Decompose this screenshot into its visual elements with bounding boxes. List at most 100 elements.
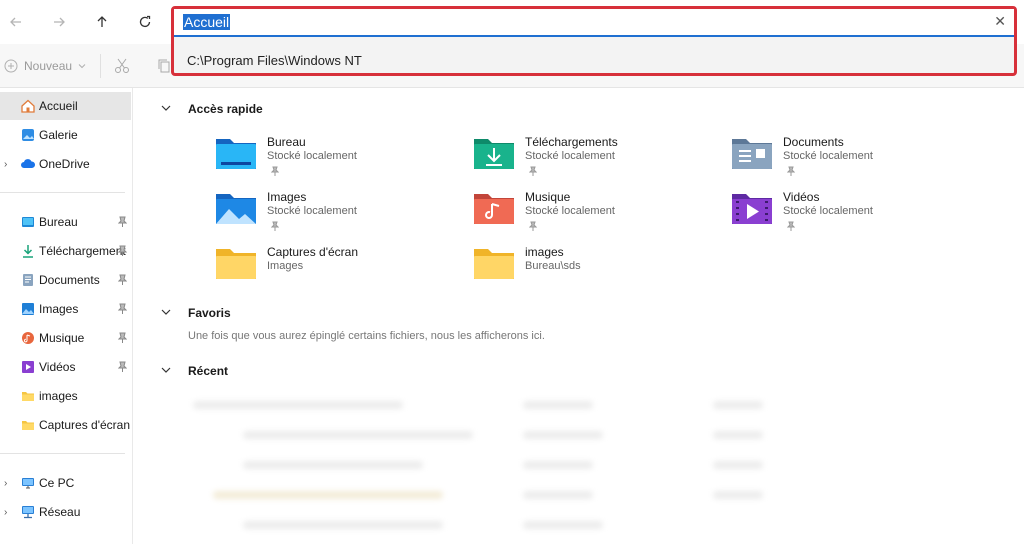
sidebar-item-captures[interactable]: Captures d'écran bbox=[0, 411, 131, 439]
quick-access-tile-documents[interactable]: Documents Stocké localement bbox=[731, 135, 961, 183]
sidebar-item-documents[interactable]: Documents bbox=[0, 266, 131, 294]
toolbar-divider bbox=[100, 54, 101, 78]
tile-subtitle: Images bbox=[267, 260, 304, 272]
section-header-quick-access[interactable]: Accès rapide bbox=[161, 102, 263, 116]
blurred-row bbox=[713, 491, 763, 499]
section-title: Récent bbox=[188, 364, 229, 378]
sidebar-item-galerie[interactable]: Galerie bbox=[0, 121, 131, 149]
sidebar-item-label: Ce PC bbox=[39, 476, 75, 490]
quick-access-tile-musique[interactable]: Musique Stocké localement bbox=[473, 190, 703, 238]
quick-access-tile-telechargements[interactable]: Téléchargements Stocké localement bbox=[473, 135, 703, 183]
desktop-folder-icon bbox=[216, 139, 256, 169]
refresh-icon bbox=[139, 15, 151, 28]
chevron-right-icon[interactable]: › bbox=[4, 159, 7, 170]
cloud-icon bbox=[21, 159, 35, 168]
sidebar-item-videos[interactable]: Vidéos bbox=[0, 353, 131, 381]
back-button[interactable] bbox=[2, 8, 30, 36]
quick-access-tile-images[interactable]: Images Stocké localement bbox=[215, 190, 445, 238]
favorites-empty-hint: Une fois que vous aurez épinglé certains… bbox=[188, 330, 545, 342]
blurred-row bbox=[713, 461, 763, 469]
arrow-left-icon bbox=[10, 17, 21, 27]
section-header-recent[interactable]: Récent bbox=[161, 364, 228, 378]
sidebar-item-label: Images bbox=[39, 302, 79, 316]
pin-icon bbox=[271, 221, 279, 231]
sidebar-item-label: Accueil bbox=[39, 99, 78, 113]
sidebar-item-onedrive[interactable]: › OneDrive bbox=[0, 150, 131, 178]
cut-button[interactable] bbox=[114, 58, 130, 79]
network-icon bbox=[22, 506, 34, 519]
tile-subtitle: Stocké localement bbox=[525, 205, 615, 217]
music-folder-icon bbox=[474, 194, 514, 224]
tile-name: Téléchargements bbox=[525, 135, 618, 149]
sidebar-item-accueil[interactable]: Accueil bbox=[0, 92, 131, 120]
video-icon bbox=[22, 361, 34, 373]
pin-icon[interactable] bbox=[118, 274, 127, 285]
sidebar-item-musique[interactable]: Musique bbox=[0, 324, 131, 352]
pin-icon[interactable] bbox=[118, 303, 127, 314]
chevron-down-icon[interactable] bbox=[161, 103, 175, 115]
download-icon bbox=[23, 245, 33, 258]
address-bar-popup: Accueil ✕ C:\Program Files\Windows NT bbox=[171, 6, 1017, 76]
folder-icon bbox=[22, 421, 34, 430]
chevron-down-icon[interactable] bbox=[161, 365, 175, 377]
home-content: Accès rapide Bureau Stocké localement Té… bbox=[133, 88, 1024, 544]
document-icon bbox=[23, 274, 33, 286]
quick-access-tile-videos[interactable]: Vidéos Stocké localement bbox=[731, 190, 961, 238]
quick-access-tile-captures[interactable]: Captures d'écran Images bbox=[215, 245, 445, 293]
folder-icon bbox=[216, 249, 256, 279]
tile-name: Documents bbox=[783, 135, 844, 149]
tile-name: Vidéos bbox=[783, 190, 820, 204]
pin-icon[interactable] bbox=[118, 361, 127, 372]
sidebar-item-label: Musique bbox=[39, 331, 85, 345]
pin-icon bbox=[271, 166, 279, 176]
blurred-row bbox=[243, 521, 443, 529]
blurred-row bbox=[523, 401, 593, 409]
address-suggestion[interactable]: C:\Program Files\Windows NT bbox=[187, 53, 362, 68]
clear-icon[interactable]: ✕ bbox=[994, 13, 1006, 30]
section-title: Accès rapide bbox=[188, 102, 263, 116]
sidebar-item-bureau[interactable]: Bureau bbox=[0, 208, 131, 236]
address-input-value[interactable]: Accueil bbox=[183, 14, 231, 30]
tile-subtitle: Bureau\sds bbox=[525, 260, 581, 272]
blurred-row bbox=[523, 461, 593, 469]
sidebar-item-images-folder[interactable]: images bbox=[0, 382, 131, 410]
quick-access-tile-images-folder[interactable]: images Bureau\sds bbox=[473, 245, 703, 293]
chevron-down-icon[interactable] bbox=[161, 307, 175, 319]
sidebar-item-label: Captures d'écran bbox=[39, 418, 131, 432]
sidebar-item-telechargement[interactable]: Téléchargement bbox=[0, 237, 131, 265]
tile-subtitle: Stocké localement bbox=[525, 150, 615, 162]
home-icon bbox=[21, 99, 35, 113]
gallery-icon bbox=[22, 129, 34, 141]
downloads-folder-icon bbox=[474, 139, 514, 169]
tile-subtitle: Stocké localement bbox=[267, 205, 357, 217]
pin-icon[interactable] bbox=[118, 332, 127, 343]
refresh-button[interactable] bbox=[131, 8, 159, 36]
chevron-right-icon[interactable]: › bbox=[4, 507, 7, 518]
section-header-favorites[interactable]: Favoris bbox=[161, 306, 231, 320]
sidebar-item-ce-pc[interactable]: › Ce PC bbox=[0, 469, 131, 497]
new-button[interactable]: Nouveau bbox=[4, 54, 86, 78]
pin-icon[interactable] bbox=[118, 245, 127, 256]
forward-button[interactable] bbox=[45, 8, 73, 36]
new-button-label: Nouveau bbox=[24, 59, 73, 73]
copy-button[interactable] bbox=[157, 58, 171, 79]
blurred-row bbox=[193, 401, 403, 409]
blurred-row bbox=[713, 431, 763, 439]
navigation-pane: Accueil Galerie › OneDrive Bureau Téléch… bbox=[0, 88, 133, 544]
chevron-right-icon[interactable]: › bbox=[4, 478, 7, 489]
sidebar-item-reseau[interactable]: › Réseau bbox=[0, 498, 131, 526]
section-title: Favoris bbox=[188, 306, 231, 320]
arrow-up-icon bbox=[97, 16, 107, 27]
chevron-down-icon bbox=[78, 64, 86, 69]
tile-name: Captures d'écran bbox=[267, 245, 359, 259]
blurred-row bbox=[523, 491, 593, 499]
sidebar-item-label: Téléchargement bbox=[39, 244, 126, 258]
pin-icon[interactable] bbox=[118, 216, 127, 227]
videos-folder-icon bbox=[732, 194, 772, 224]
up-button[interactable] bbox=[88, 8, 116, 36]
quick-access-tile-bureau[interactable]: Bureau Stocké localement bbox=[215, 135, 445, 183]
sidebar-item-label: OneDrive bbox=[39, 157, 90, 171]
blurred-row bbox=[243, 431, 473, 439]
sidebar-item-images[interactable]: Images bbox=[0, 295, 131, 323]
address-input[interactable]: Accueil ✕ bbox=[174, 9, 1014, 37]
